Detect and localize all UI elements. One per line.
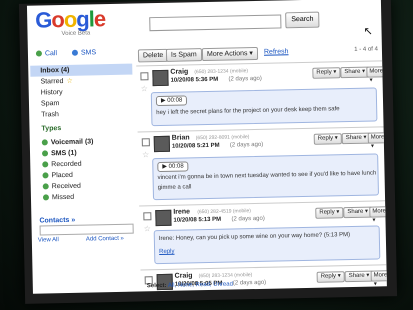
pager: 1 - 4 of 4: [354, 46, 378, 53]
message-age: (2 days ago): [228, 75, 262, 83]
voicemail-icon: [41, 139, 48, 146]
more-actions-button[interactable]: More Actions ▾: [201, 46, 259, 62]
sms-reply-link[interactable]: Reply: [159, 249, 174, 255]
play-button[interactable]: ▶ 00:08: [155, 95, 188, 107]
select-links[interactable]: All, None, Read, Unread: [168, 282, 233, 289]
reply-button[interactable]: Reply ▾: [315, 207, 344, 219]
caller-name[interactable]: Irene: [173, 208, 190, 215]
select-checkbox[interactable]: [140, 72, 149, 81]
star-icon: ☆: [66, 77, 73, 85]
message-row[interactable]: ☆ Craig (650) 283-1234 (mobile) 10/20/08…: [136, 60, 387, 129]
transcript-line-2: gimme a call: [157, 184, 192, 192]
transcript: hey i left the secret plans for the proj…: [156, 106, 340, 117]
message-age: (2 days ago): [231, 215, 265, 223]
google-voice-page: Google Voice Beta Search ↖ Call SMS Inbo…: [26, 0, 387, 294]
play-button[interactable]: ▶ 00:08: [157, 161, 189, 173]
avatar: [155, 209, 172, 227]
select-checkbox[interactable]: [141, 138, 150, 147]
caller-number: (650) 292-8091 (mobile): [195, 134, 250, 142]
photo-background: Google Voice Beta Search ↖ Call SMS Inbo…: [0, 0, 413, 310]
sidebar: Call SMS Inbox (4) Starred ☆ History Spam…: [28, 44, 139, 294]
sms-text: Irene: Honey, can you pick up some wine …: [158, 232, 351, 243]
google-logo[interactable]: Google: [35, 6, 105, 33]
placed-icon: [42, 172, 49, 179]
missed-icon: [42, 194, 50, 201]
caller-number: (650) 283-1234 (mobile): [198, 272, 253, 280]
types-heading[interactable]: Types: [31, 123, 143, 132]
message-row[interactable]: Craig (650) 283-1234 (mobile) 10/20/08 5…: [140, 264, 387, 291]
caller-number: (650) 283-1234 (mobile): [194, 68, 249, 76]
message-age: (2 days ago): [229, 141, 264, 149]
reply-button[interactable]: Reply ▾: [316, 271, 345, 283]
sms-bubble: Irene: Honey, can you pick up some wine …: [153, 225, 381, 265]
more-button[interactable]: More ▾: [369, 206, 387, 224]
select-footer: Select: All, None, Read, Unread: [146, 281, 233, 290]
reply-button[interactable]: Reply ▾: [312, 67, 341, 79]
avatar: [152, 69, 169, 87]
avatar: [153, 135, 171, 153]
sms-icon: [41, 150, 49, 157]
search-input[interactable]: [149, 14, 282, 32]
caller-name[interactable]: Brian: [172, 134, 190, 141]
share-button[interactable]: Share ▾: [340, 66, 370, 79]
contacts-search-input[interactable]: [39, 223, 134, 236]
folder-nav: Inbox (4) Starred ☆ History Spam Trash: [30, 63, 133, 121]
refresh-link[interactable]: Refresh: [264, 48, 289, 56]
logo-subtitle: Voice Beta: [61, 30, 91, 38]
share-button[interactable]: Share ▾: [341, 132, 371, 145]
call-link[interactable]: Call: [35, 50, 57, 57]
message-time: 10/20/08 5:21 PM: [171, 142, 220, 150]
message-time: 10/20/08 5:36 PM: [170, 76, 219, 84]
mouse-cursor-icon: ↖: [363, 25, 373, 38]
caller-name[interactable]: Craig: [170, 68, 188, 75]
star-icon[interactable]: ☆: [142, 150, 149, 159]
nav-trash[interactable]: Trash: [31, 108, 133, 121]
message-bubble: ▶ 00:08 hey i left the secret plans for …: [150, 87, 378, 127]
share-button[interactable]: Share ▾: [343, 206, 373, 219]
message-time: 10/20/08 5:13 PM: [173, 216, 222, 224]
message-row[interactable]: ☆ Irene (650) 282-4519 (mobile) 10/20/08…: [139, 200, 387, 267]
type-missed[interactable]: Missed: [33, 191, 135, 204]
message-bubble: ▶ 00:08 vincent i'm gonna be in town nex…: [152, 153, 379, 201]
recorded-icon: [42, 161, 49, 168]
message-row[interactable]: ☆ Brian (650) 292-8091 (mobile) 10/20/08…: [137, 126, 387, 203]
is-spam-button[interactable]: Is Spam: [165, 48, 202, 62]
star-icon[interactable]: ☆: [141, 84, 148, 93]
more-button[interactable]: More ▾: [366, 66, 387, 84]
sms-link[interactable]: SMS: [71, 49, 96, 57]
caller-name[interactable]: Craig: [175, 272, 193, 279]
monitor-frame: Google Voice Beta Search ↖ Call SMS Inbo…: [18, 0, 398, 304]
share-button[interactable]: Share ▾: [344, 270, 374, 283]
caller-number: (650) 282-4519 (mobile): [197, 208, 251, 216]
delete-button[interactable]: Delete: [137, 48, 169, 63]
transcript: vincent i'm gonna be in town next tuesda…: [157, 170, 377, 182]
message-age: (2 days ago): [232, 279, 267, 287]
types-list: Voicemail (3) SMS (1) Recorded Placed Re…: [32, 136, 135, 204]
received-icon: [42, 183, 49, 190]
message-pane: Delete Is Spam More Actions ▾ Refresh 1 …: [136, 42, 387, 291]
select-checkbox[interactable]: [143, 212, 152, 221]
star-icon[interactable]: ☆: [144, 224, 151, 233]
more-button[interactable]: More ▾: [367, 132, 387, 150]
add-contact-link[interactable]: Add Contact »: [86, 236, 124, 243]
phone-icon: [35, 50, 43, 57]
view-all-link[interactable]: View All: [38, 237, 59, 243]
more-button[interactable]: More ▾: [370, 270, 387, 288]
call-sms-row: Call SMS: [30, 46, 132, 61]
reply-button[interactable]: Reply ▾: [313, 133, 342, 145]
search-button[interactable]: Search: [285, 11, 320, 29]
sms-icon: [71, 49, 78, 56]
